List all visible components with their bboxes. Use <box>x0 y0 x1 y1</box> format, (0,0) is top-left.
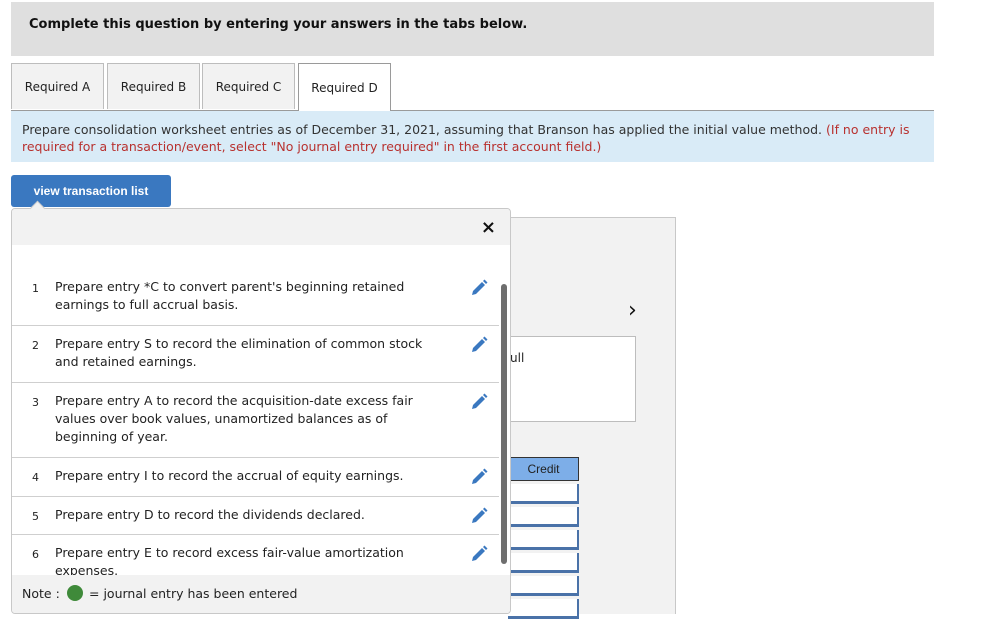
transaction-number: 2 <box>32 339 39 352</box>
transaction-item[interactable]: 2 Prepare entry S to record the eliminat… <box>12 326 499 383</box>
transaction-item[interactable]: 1 Prepare entry *C to convert parent's b… <box>12 269 499 326</box>
tab-bar: Required A Required B Required C Require… <box>11 63 934 111</box>
transaction-text: Prepare entry S to record the eliminatio… <box>55 336 423 369</box>
transaction-description-fragment: ull <box>510 351 525 365</box>
note-label: Note : <box>22 586 60 601</box>
transaction-number: 4 <box>32 471 39 484</box>
tab-required-b[interactable]: Required B <box>107 63 200 109</box>
question-header: Complete this question by entering your … <box>11 2 934 56</box>
transaction-number: 5 <box>32 510 39 523</box>
pencil-icon[interactable] <box>470 468 488 486</box>
question-header-title: Complete this question by entering your … <box>29 17 528 32</box>
transaction-text: Prepare entry A to record the acquisitio… <box>55 393 413 444</box>
credit-input[interactable] <box>508 553 579 573</box>
credit-input[interactable] <box>508 530 579 550</box>
tab-required-d[interactable]: Required D <box>298 63 391 111</box>
transaction-number: 3 <box>32 396 39 409</box>
credit-input[interactable] <box>508 576 579 596</box>
pencil-icon[interactable] <box>470 393 488 411</box>
credit-input[interactable] <box>508 484 579 504</box>
transaction-text: Prepare entry *C to convert parent's beg… <box>55 279 405 312</box>
entered-indicator-icon <box>67 585 83 601</box>
tab-required-c[interactable]: Required C <box>202 63 295 109</box>
close-icon[interactable]: × <box>481 217 496 238</box>
credit-column-header: Credit <box>508 457 579 481</box>
transaction-text: Prepare entry D to record the dividends … <box>55 507 365 522</box>
pencil-icon[interactable] <box>470 507 488 525</box>
popup-header: × <box>12 209 510 245</box>
pencil-icon[interactable] <box>470 279 488 297</box>
popup-scrollbar[interactable] <box>501 284 507 564</box>
pencil-icon[interactable] <box>470 545 488 563</box>
popup-footer-note: Note : = journal entry has been entered <box>12 575 510 613</box>
next-arrow-icon[interactable]: › <box>628 298 637 323</box>
transaction-item[interactable]: 4 Prepare entry I to record the accrual … <box>12 458 499 497</box>
transaction-item[interactable]: 3 Prepare entry A to record the acquisit… <box>12 383 499 458</box>
transaction-number: 6 <box>32 548 39 561</box>
pencil-icon[interactable] <box>470 336 488 354</box>
credit-input[interactable] <box>508 599 579 619</box>
instructions-box: Prepare consolidation worksheet entries … <box>11 111 934 162</box>
note-text: = journal entry has been entered <box>89 586 298 601</box>
transaction-number: 1 <box>32 282 39 295</box>
transaction-item[interactable]: 5 Prepare entry D to record the dividend… <box>12 497 499 535</box>
instructions-text: Prepare consolidation worksheet entries … <box>22 122 823 137</box>
transaction-list: 1 Prepare entry *C to convert parent's b… <box>12 269 499 592</box>
transaction-description-box: ull <box>505 336 636 422</box>
credit-input[interactable] <box>508 507 579 527</box>
transaction-text: Prepare entry I to record the accrual of… <box>55 468 404 483</box>
tab-required-a[interactable]: Required A <box>11 63 104 109</box>
transaction-list-popup: × 1 Prepare entry *C to convert parent's… <box>11 208 511 614</box>
